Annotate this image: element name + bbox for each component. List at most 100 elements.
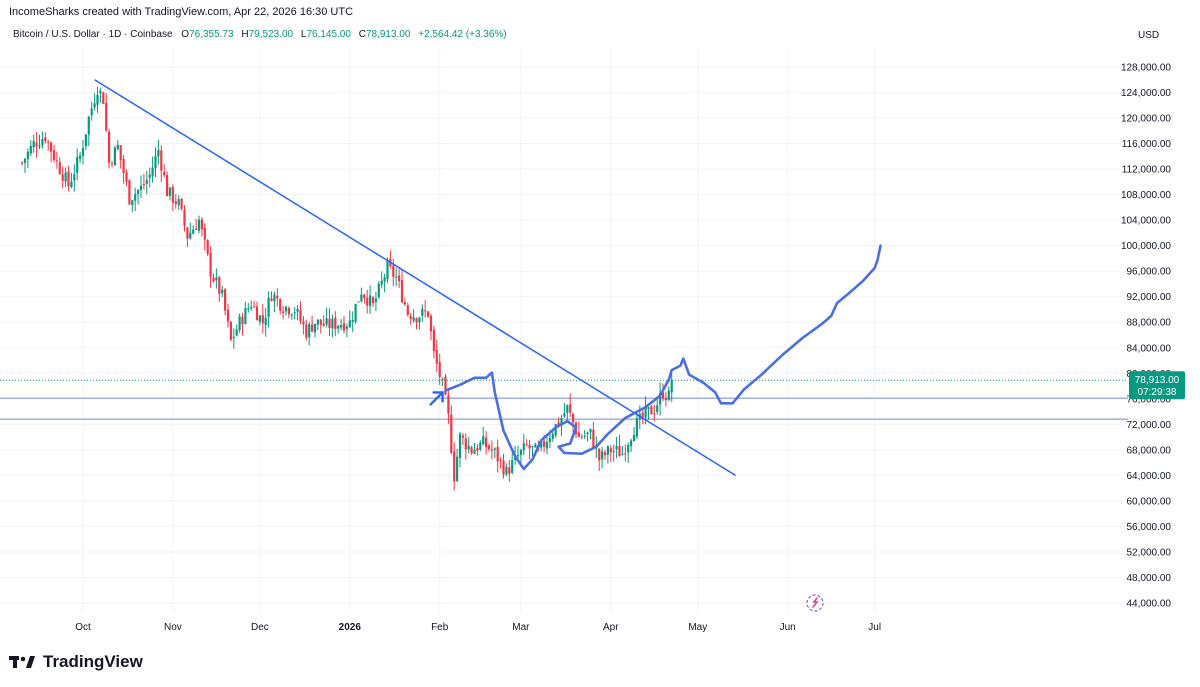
candle-body	[444, 376, 447, 395]
candle-body	[38, 145, 41, 147]
price-axis: 44,000.00 48,000.00 52,000.00 56,000.00 60,0…	[1121, 63, 1171, 610]
candle-body	[482, 436, 485, 445]
y-tick-label: 120,000.00	[1121, 114, 1171, 125]
candle-body	[163, 171, 166, 176]
candle-body	[308, 324, 311, 338]
candle-body	[392, 265, 395, 277]
candle-body	[113, 147, 116, 166]
candle-body	[258, 315, 261, 322]
candle-body	[606, 446, 609, 455]
candle-body	[641, 412, 644, 418]
candle-body	[441, 378, 444, 380]
candle-body	[264, 317, 267, 326]
candle-body	[58, 162, 61, 174]
x-tick-label: Jul	[868, 622, 881, 633]
y-tick-label: 88,000.00	[1127, 318, 1172, 329]
candle-body	[586, 432, 589, 435]
candle-body	[467, 445, 470, 450]
candle-body	[653, 413, 656, 415]
candle-body	[322, 323, 325, 326]
candle-body	[192, 229, 195, 234]
candle-body	[328, 318, 331, 328]
trendline-layer	[94, 79, 736, 477]
candle-body	[128, 180, 131, 205]
candle-body	[44, 137, 47, 141]
projection-drawing[interactable]	[444, 244, 882, 471]
y-tick-label: 104,000.00	[1121, 216, 1171, 227]
candle-body	[186, 227, 189, 239]
candle-body	[421, 309, 424, 316]
candle-body	[26, 151, 29, 160]
candle-body	[406, 305, 409, 315]
candle-body	[232, 336, 235, 339]
candle-body	[551, 433, 554, 439]
candle-body	[577, 432, 580, 437]
candle-body	[119, 145, 122, 160]
candle-body	[432, 329, 435, 351]
candle-body	[487, 445, 491, 450]
candle-body	[473, 449, 476, 454]
candle-body	[615, 446, 618, 450]
candle-body	[670, 380, 673, 393]
candle-body	[438, 362, 441, 377]
candle-body	[171, 186, 174, 203]
y-tick-label: 128,000.00	[1121, 63, 1171, 74]
x-tick-label: Apr	[603, 622, 619, 633]
candle-body	[142, 183, 145, 185]
candle-body	[603, 452, 607, 456]
candle-body	[90, 108, 93, 116]
y-tick-label: 84,000.00	[1127, 343, 1172, 354]
descending-trendline[interactable]	[94, 79, 736, 477]
candle-body	[543, 440, 546, 447]
candle-body	[166, 175, 169, 197]
candle-body	[369, 295, 372, 307]
candle-body	[667, 390, 670, 401]
price-chart[interactable]: 44,000.00 48,000.00 52,000.00 56,000.00 60,0…	[0, 0, 1200, 687]
y-tick-label: 116,000.00	[1122, 139, 1172, 150]
y-tick-label: 124,000.00	[1121, 88, 1171, 99]
candle-body	[415, 318, 418, 323]
candle-body	[461, 435, 464, 438]
candle-body	[548, 437, 551, 442]
candle-body	[29, 145, 32, 154]
candle-body	[427, 311, 430, 317]
candle-body	[612, 450, 615, 452]
price-badge-countdown: 07:29:38	[1138, 387, 1177, 398]
candle-body	[180, 198, 183, 209]
candle-body	[632, 435, 636, 442]
x-tick-label: Mar	[512, 622, 530, 633]
candle-body	[221, 289, 224, 294]
candle-body	[282, 311, 285, 314]
candle-body	[99, 90, 102, 94]
candle-body	[116, 144, 119, 150]
candle-body	[476, 448, 479, 451]
projection-layer	[429, 244, 882, 471]
candle-body	[505, 466, 508, 475]
candle-body	[255, 306, 259, 321]
candle-body	[302, 321, 305, 325]
y-tick-label: 52,000.00	[1127, 547, 1172, 558]
candle-body	[534, 444, 537, 448]
tradingview-logo[interactable]: TradingView	[9, 652, 143, 672]
candle-body	[395, 276, 398, 278]
sparkle-icon[interactable]	[806, 594, 824, 612]
candle-body	[598, 448, 601, 461]
candle-body	[583, 435, 586, 437]
x-tick-label: Dec	[251, 622, 269, 633]
y-tick-label: 44,000.00	[1127, 599, 1172, 610]
y-tick-label: 72,000.00	[1127, 420, 1172, 431]
candle-body	[351, 319, 354, 323]
candle-body	[87, 116, 90, 135]
candle-body	[464, 438, 467, 450]
candle-body	[348, 320, 351, 327]
candle-body	[380, 280, 383, 285]
candle-body	[400, 280, 404, 303]
candle-body	[357, 301, 360, 303]
candle-body	[32, 140, 35, 148]
candle-body	[212, 277, 215, 282]
candle-body	[647, 407, 650, 410]
candle-body	[360, 294, 363, 302]
candle-body	[296, 309, 299, 312]
candle-body	[47, 141, 50, 143]
candle-body	[572, 413, 575, 423]
